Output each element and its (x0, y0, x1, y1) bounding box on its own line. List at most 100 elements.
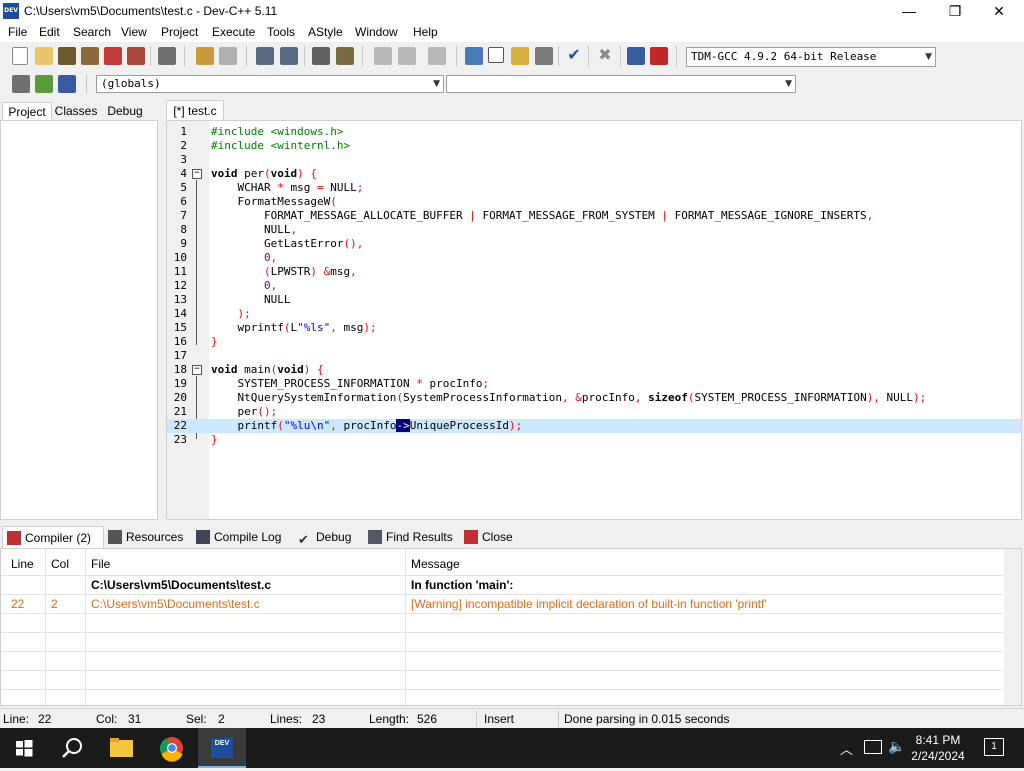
goto-icon[interactable] (35, 75, 53, 93)
close-button[interactable]: ✕ (976, 0, 1022, 22)
code-line[interactable]: 20 NtQuerySystemInformation (SystemProces… (167, 391, 1021, 405)
code-line[interactable]: 22 printf("%lu\n", procInfo->UniqueProce… (167, 419, 1021, 433)
profile-chart-icon[interactable] (627, 47, 645, 65)
menu-help[interactable]: Help (413, 25, 438, 39)
col-header-file[interactable]: File (91, 557, 110, 571)
new-file-icon[interactable] (12, 47, 28, 65)
indent-icon[interactable] (312, 47, 330, 65)
chrome-button[interactable] (148, 728, 196, 768)
code-line[interactable]: 12 0, (167, 279, 1021, 293)
code-line[interactable]: 13 NULL (167, 293, 1021, 307)
tab-debug[interactable]: Debug (102, 102, 148, 120)
search-button[interactable] (48, 728, 96, 768)
menu-project[interactable]: Project (161, 25, 198, 39)
code-line[interactable]: 18− void main(void) { (167, 363, 1021, 377)
code-line[interactable]: 2 #include <winternl.h> (167, 139, 1021, 153)
compiler-select[interactable]: TDM-GCC 4.9.2 64-bit Release ▼ (686, 47, 936, 67)
menu-file[interactable]: File (8, 25, 27, 39)
redo-icon[interactable] (219, 47, 237, 65)
delete-profile-icon[interactable] (650, 47, 668, 65)
toggle-bookmark-icon[interactable] (58, 75, 76, 93)
tab-compile-log[interactable]: Compile Log (192, 526, 292, 548)
code-line[interactable]: 15 wprintf(L"%ls", msg); (167, 321, 1021, 335)
menu-execute[interactable]: Execute (212, 25, 255, 39)
code-line[interactable]: 1 #include <windows.h> (167, 125, 1021, 139)
code-line[interactable]: 6 FormatMessageW( (167, 195, 1021, 209)
tab-find-results[interactable]: Find Results (364, 526, 460, 548)
code-token: SYSTEM_PROCESS_INFORMATION (694, 391, 867, 404)
find-icon[interactable] (256, 47, 274, 65)
code-token: procInfo (422, 377, 483, 390)
col-header-col[interactable]: Col (51, 557, 69, 571)
tab-debug-output[interactable]: ✔ Debug (294, 526, 362, 548)
fold-toggle-icon[interactable]: − (192, 169, 202, 179)
code-line[interactable]: 5 WCHAR * msg = NULL; (167, 181, 1021, 195)
code-line[interactable]: 7 FORMAT_MESSAGE_ALLOCATE_BUFFER | FORMA… (167, 209, 1021, 223)
col-header-line[interactable]: Line (11, 557, 34, 571)
save-icon[interactable] (58, 47, 76, 65)
rebuild-icon[interactable] (535, 47, 553, 65)
code-line[interactable]: 3 (167, 153, 1021, 167)
menu-edit[interactable]: Edit (39, 25, 60, 39)
code-line[interactable]: 19 SYSTEM_PROCESS_INFORMATION * procInfo… (167, 377, 1021, 391)
minimize-button[interactable]: — (886, 0, 932, 22)
code-line[interactable]: 17 (167, 349, 1021, 363)
undo-icon[interactable] (196, 47, 214, 65)
tab-project[interactable]: Project (2, 102, 52, 121)
tab-classes[interactable]: Classes (52, 102, 100, 120)
code-editor[interactable]: 1 #include <windows.h> 2 #include <winternl… (166, 120, 1022, 520)
replace-icon[interactable] (280, 47, 298, 65)
close-all-icon[interactable] (127, 47, 145, 65)
check-syntax-icon[interactable]: ✔ (565, 47, 583, 65)
col-header-message[interactable]: Message (411, 557, 460, 571)
save-all-icon[interactable] (81, 47, 99, 65)
code-line[interactable]: 4− void per(void) { (167, 167, 1021, 181)
file-explorer-button[interactable] (98, 728, 146, 768)
clock-time: 8:41 PM (915, 733, 961, 747)
function-select[interactable]: ▼ (446, 75, 796, 93)
code-line[interactable]: 10 0, (167, 251, 1021, 265)
bookmark-icon[interactable] (428, 47, 446, 65)
volume-icon[interactable]: 🔈 (888, 738, 905, 755)
code-line[interactable]: 9 GetLastError(), (167, 237, 1021, 251)
menu-astyle[interactable]: AStyle (308, 25, 343, 39)
editor-tab-test-c[interactable]: [*] test.c (166, 100, 224, 121)
notification-center-icon[interactable]: 1 (984, 738, 1004, 756)
code-line[interactable]: 11 (LPWSTR) &msg, (167, 265, 1021, 279)
tab-compiler[interactable]: Compiler (2) (2, 526, 104, 549)
clock[interactable]: 8:41 PM 2/24/2024 (908, 733, 968, 763)
start-button[interactable] (0, 728, 48, 768)
tab-close[interactable]: Close (460, 526, 522, 548)
menu-window[interactable]: Window (355, 25, 398, 39)
row-col: 2 (51, 597, 58, 611)
project-tree[interactable] (0, 120, 158, 520)
devcpp-taskbar-button[interactable]: DEV (198, 728, 246, 768)
line-number: 9 (180, 237, 187, 250)
unindent-icon[interactable] (336, 47, 354, 65)
compile-run-icon[interactable] (511, 47, 529, 65)
chevron-up-icon[interactable]: ︿ (840, 739, 853, 758)
run-icon[interactable] (488, 47, 504, 63)
insert-icon[interactable] (12, 75, 30, 93)
code-line[interactable]: 8 NULL, (167, 223, 1021, 237)
network-icon[interactable] (864, 740, 882, 754)
back-icon[interactable] (374, 47, 392, 65)
forward-icon[interactable] (398, 47, 416, 65)
menu-tools[interactable]: Tools (267, 25, 295, 39)
scope-select[interactable]: (globals) ▼ (96, 75, 444, 93)
open-file-icon[interactable] (35, 47, 53, 65)
print-icon[interactable] (158, 47, 176, 65)
code-line[interactable]: 21 per(); (167, 405, 1021, 419)
menu-search[interactable]: Search (73, 25, 111, 39)
close-file-icon[interactable] (104, 47, 122, 65)
code-line[interactable]: 14 ); (167, 307, 1021, 321)
code-line[interactable]: 16} (167, 335, 1021, 349)
fold-toggle-icon[interactable]: − (192, 365, 202, 375)
restore-button[interactable]: ❐ (932, 0, 978, 22)
vertical-scrollbar[interactable] (1004, 549, 1021, 705)
compile-icon[interactable] (465, 47, 483, 65)
menu-view[interactable]: View (121, 25, 147, 39)
tab-resources[interactable]: Resources (104, 526, 190, 548)
code-line[interactable]: 23} (167, 433, 1021, 447)
stop-execution-icon[interactable]: ✖ (596, 47, 614, 65)
